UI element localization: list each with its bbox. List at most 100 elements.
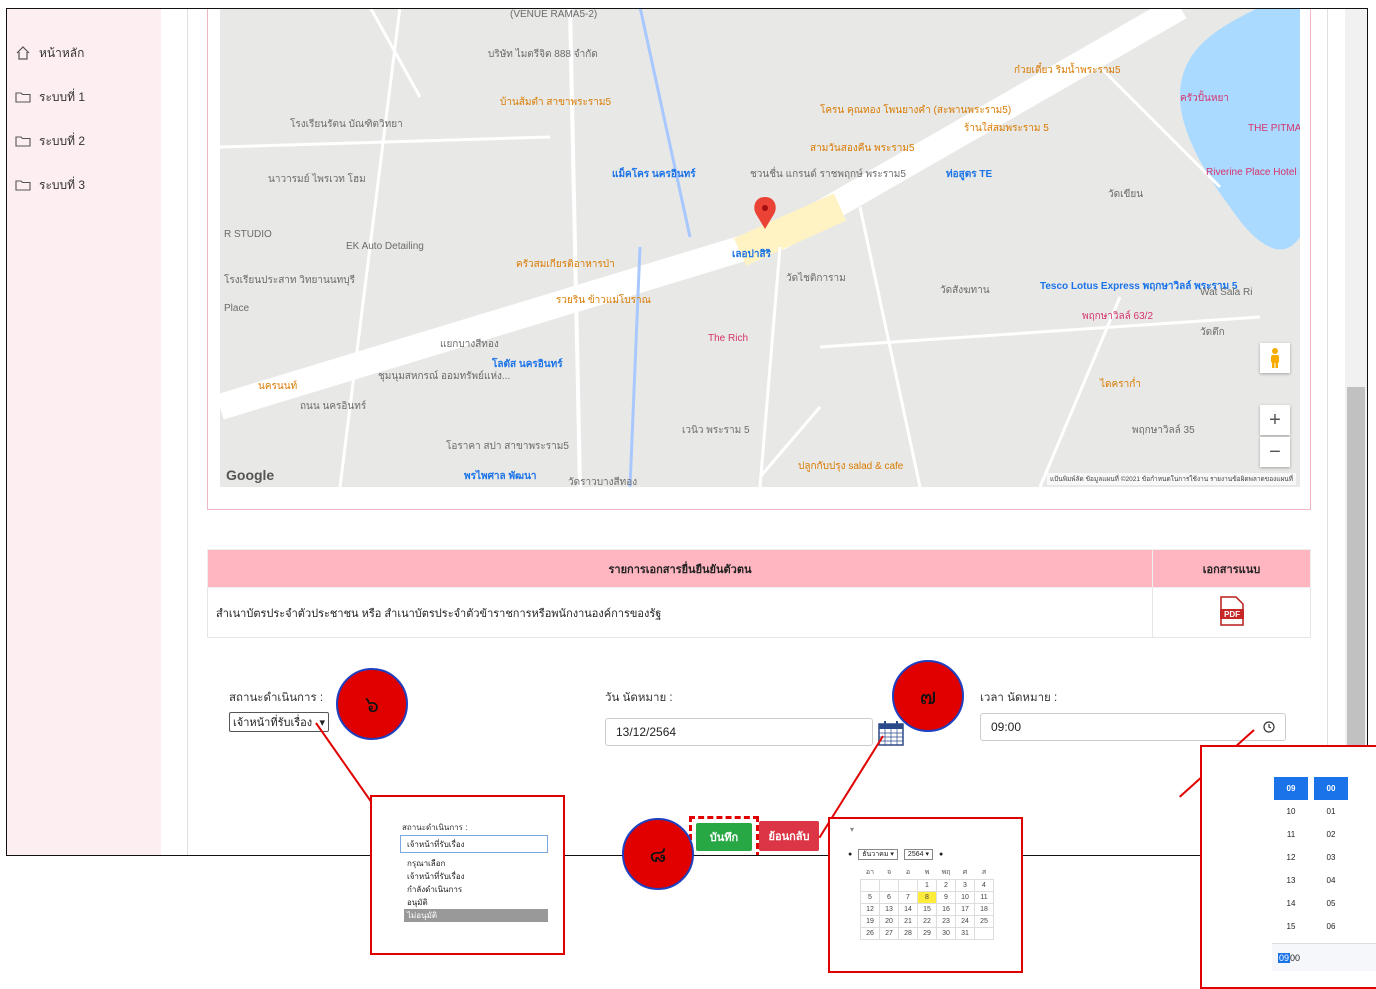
sidebar-item-system-2[interactable]: ระบบที่ 2 xyxy=(7,119,161,163)
minute-option[interactable]: 02 xyxy=(1314,823,1348,846)
calendar-day[interactable]: 23 xyxy=(936,914,956,928)
dropdown-option[interactable]: กรุณาเลือก xyxy=(404,857,548,870)
dropdown-option-highlighted[interactable]: ไม่อนุมัติ xyxy=(404,909,548,922)
hour-option[interactable]: 11 xyxy=(1274,823,1308,846)
time-input[interactable]: 09:00 xyxy=(980,713,1286,741)
calendar-day[interactable]: 4 xyxy=(974,878,994,892)
calendar-day[interactable]: 7 xyxy=(898,890,918,904)
map-label: The Rich xyxy=(708,333,749,344)
calendar-day[interactable]: 3 xyxy=(955,878,975,892)
sidebar-item-system-3[interactable]: ระบบที่ 3 xyxy=(7,163,161,207)
back-button[interactable]: ย้อนกลับ xyxy=(759,821,819,851)
calendar-day[interactable]: 1 xyxy=(917,878,937,892)
timepicker-input[interactable]: 09 00 xyxy=(1272,943,1376,971)
timepicker-hour-value: 09 xyxy=(1278,952,1291,963)
dropdown-zoom-options: กรุณาเลือก เจ้าหน้าที่รับเรื่อง กำลังดำเ… xyxy=(404,857,548,922)
map-label: ถนน นครอินทร์ xyxy=(300,401,367,412)
calendar-day xyxy=(879,878,899,892)
calendar-day[interactable]: 18 xyxy=(974,902,994,916)
save-button[interactable]: บันทึก xyxy=(696,823,752,851)
map-label: ก๋วยเตี๋ยว ริมน้ำพระราม5 xyxy=(1014,65,1121,76)
calendar-icon[interactable] xyxy=(878,720,904,746)
calendar-header: ● ธันวาคม ▾ 2564 ▾ ● xyxy=(848,847,1008,861)
dropdown-option[interactable]: เจ้าหน้าที่รับเรื่อง xyxy=(404,870,548,883)
documents-table: รายการเอกสารยื่นยืนยันตัวตน เอกสารแนบ สำ… xyxy=(207,549,1311,638)
map-label: Riverine Place Hotel and Residence xyxy=(1206,167,1300,178)
minute-option[interactable]: 03 xyxy=(1314,846,1348,869)
minute-option[interactable]: 00 xyxy=(1314,777,1348,800)
minute-option[interactable]: 06 xyxy=(1314,915,1348,938)
calendar-day[interactable]: 8 xyxy=(917,890,937,904)
map-label: Place xyxy=(224,303,250,314)
calendar-day[interactable]: 12 xyxy=(860,902,880,916)
map-attribution[interactable]: แป้นพิมพ์ลัด ข้อมูลแผนที่ ©2021 ข้อกำหนด… xyxy=(1046,473,1296,485)
map-label: โรงเรียนรัตน บัณฑิตวิทยา xyxy=(290,119,403,130)
calendar-day[interactable]: 27 xyxy=(879,926,899,940)
calendar-day[interactable]: 22 xyxy=(917,914,937,928)
map-label: วัดเขียน xyxy=(1108,189,1144,200)
minute-option[interactable]: 01 xyxy=(1314,800,1348,823)
minute-option[interactable]: 04 xyxy=(1314,869,1348,892)
sidebar-item-home[interactable]: หน้าหลัก xyxy=(7,31,161,75)
calendar-day[interactable]: 13 xyxy=(879,902,899,916)
calendar-day[interactable]: 6 xyxy=(879,890,899,904)
folder-icon xyxy=(15,92,31,103)
dropdown-zoom-input[interactable]: เจ้าหน้าที่รับเรื่อง xyxy=(400,835,548,853)
calendar-weekday: อ xyxy=(905,869,911,877)
hour-option[interactable]: 09 xyxy=(1274,777,1308,800)
folder-icon xyxy=(15,180,31,191)
calendar-weekday: พฤ xyxy=(941,869,951,877)
timepicker-minute-value: 00 xyxy=(1290,952,1301,963)
calendar-day[interactable]: 24 xyxy=(955,914,975,928)
pegman-icon[interactable] xyxy=(1260,343,1290,373)
map-label: รวยริน ข้าวแม่โบราณ xyxy=(556,295,651,306)
calendar-day[interactable]: 26 xyxy=(860,926,880,940)
calendar-day[interactable]: 5 xyxy=(860,890,880,904)
dropdown-option[interactable]: กำลังดำเนินการ xyxy=(404,883,548,896)
scrollbar[interactable] xyxy=(1345,9,1367,855)
hour-option[interactable]: 14 xyxy=(1274,892,1308,915)
next-month-icon[interactable]: ● xyxy=(939,851,943,858)
calendar-day[interactable]: 25 xyxy=(974,914,994,928)
calendar-day[interactable]: 21 xyxy=(898,914,918,928)
calendar-day[interactable]: 17 xyxy=(955,902,975,916)
month-select[interactable]: ธันวาคม ▾ xyxy=(858,848,898,860)
zoom-in-button[interactable]: + xyxy=(1260,405,1290,435)
hour-option[interactable]: 13 xyxy=(1274,869,1308,892)
zoom-out-button[interactable]: − xyxy=(1260,437,1290,467)
status-label: สถานะดำเนินการ : xyxy=(229,692,324,704)
calendar-day[interactable]: 20 xyxy=(879,914,899,928)
prev-month-icon[interactable]: ● xyxy=(848,851,852,858)
calendar-day[interactable]: 28 xyxy=(898,926,918,940)
hour-option[interactable]: 15 xyxy=(1274,915,1308,938)
calendar-day[interactable]: 2 xyxy=(936,878,956,892)
pdf-icon[interactable]: PDF xyxy=(1219,596,1245,626)
minute-option[interactable]: 05 xyxy=(1314,892,1348,915)
clock-icon[interactable] xyxy=(1263,721,1275,733)
table-header-docs: รายการเอกสารยื่นยืนยันตัวตน xyxy=(207,549,1153,588)
dropdown-option[interactable]: อนุมัติ xyxy=(404,896,548,909)
status-select[interactable]: เจ้าหน้าที่รับเรื่อง ▾ xyxy=(229,712,329,732)
calendar-day[interactable]: 14 xyxy=(898,902,918,916)
home-icon xyxy=(16,46,30,60)
calendar-day[interactable]: 15 xyxy=(917,902,937,916)
hour-option[interactable]: 12 xyxy=(1274,846,1308,869)
calendar-day[interactable]: 30 xyxy=(936,926,956,940)
folder-icon xyxy=(15,136,31,147)
calendar-day[interactable]: 19 xyxy=(860,914,880,928)
doc-name: สำเนาบัตรประจำตัวประชาชน หรือ สำเนาบัตรป… xyxy=(207,587,1153,638)
save-button-highlight: บันทึก xyxy=(689,816,759,855)
calendar-day[interactable]: 29 xyxy=(917,926,937,940)
hour-option[interactable]: 10 xyxy=(1274,800,1308,823)
calendar-day[interactable]: 31 xyxy=(955,926,975,940)
calendar-day[interactable]: 9 xyxy=(936,890,956,904)
calendar-day[interactable]: 16 xyxy=(936,902,956,916)
sidebar-item-label: หน้าหลัก xyxy=(39,45,85,60)
calendar-day[interactable]: 10 xyxy=(955,890,975,904)
map-label: วัดสังฆทาน xyxy=(940,285,990,296)
year-select[interactable]: 2564 ▾ xyxy=(903,848,933,860)
google-map[interactable]: (VENUE RAMA5-2) บริษัท ไมตรีจิต 888 จำกั… xyxy=(220,9,1300,487)
sidebar-item-system-1[interactable]: ระบบที่ 1 xyxy=(7,75,161,119)
calendar-day[interactable]: 11 xyxy=(974,890,994,904)
date-input[interactable]: 13/12/2564 xyxy=(605,718,873,746)
